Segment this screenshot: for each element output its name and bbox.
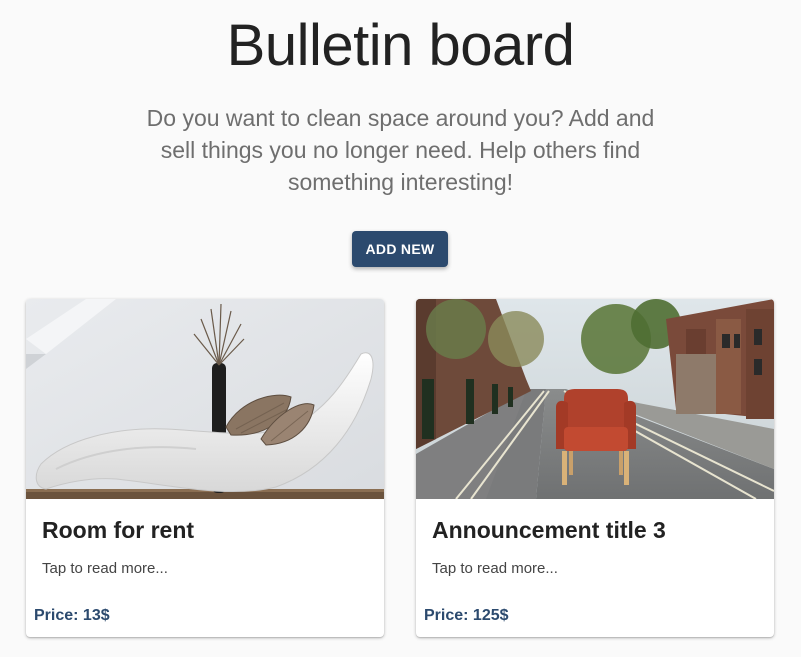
page-title: Bulletin board bbox=[226, 13, 575, 78]
card-title[interactable]: Room for rent bbox=[42, 515, 194, 545]
card-description: Tap to read more... bbox=[432, 560, 558, 577]
card-description: Tap to read more... bbox=[42, 560, 168, 577]
card-price: Price: 13$ bbox=[34, 607, 110, 624]
announcement-card[interactable]: Room for rent Tap to read more... Price:… bbox=[26, 299, 384, 637]
card-price: Price: 125$ bbox=[424, 607, 509, 624]
announcement-card[interactable]: Announcement title 3 Tap to read more...… bbox=[416, 299, 774, 637]
card-image-red-armchair[interactable] bbox=[416, 299, 774, 499]
add-new-button[interactable]: ADD NEW bbox=[352, 231, 448, 267]
card-title[interactable]: Announcement title 3 bbox=[432, 515, 666, 545]
page-subtitle: Do you want to clean space around you? A… bbox=[146, 105, 655, 195]
card-image-chaise-lounge[interactable] bbox=[26, 299, 384, 499]
